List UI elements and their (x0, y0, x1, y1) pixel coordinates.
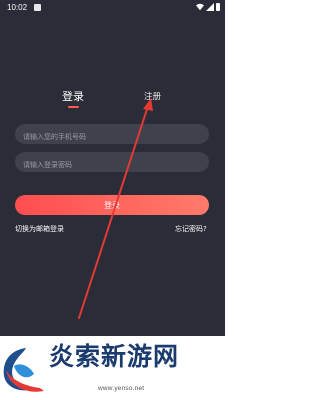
watermark-url: www.yenso.net (98, 385, 145, 392)
password-field[interactable] (15, 152, 209, 175)
password-input[interactable] (17, 155, 199, 175)
status-bar: 10:02 (0, 0, 225, 14)
battery-icon (216, 3, 220, 11)
switch-email-login-link[interactable]: 切换为邮箱登录 (15, 224, 64, 234)
forgot-password-link[interactable]: 忘记密码? (175, 224, 207, 234)
auth-tabs: 登录 注册 (0, 89, 225, 109)
login-screen: 10:02 登录 注册 登录 切换为邮箱登录 忘记密码? (0, 0, 225, 336)
wifi-icon (196, 3, 204, 11)
status-time: 10:02 (7, 3, 28, 12)
active-tab-indicator (68, 106, 79, 108)
site-watermark: 炎索新游网 www.yenso.net (0, 336, 225, 400)
status-icons (196, 3, 220, 11)
login-button[interactable]: 登录 (15, 195, 209, 215)
signal-icon (206, 3, 214, 11)
phone-input[interactable] (17, 127, 199, 147)
watermark-title: 炎索新游网 (49, 342, 180, 371)
phone-field[interactable] (15, 124, 209, 147)
notification-icon (34, 4, 41, 11)
watermark-logo-icon (3, 348, 44, 392)
tab-login[interactable]: 登录 (62, 89, 84, 105)
tab-register[interactable]: 注册 (144, 91, 161, 103)
